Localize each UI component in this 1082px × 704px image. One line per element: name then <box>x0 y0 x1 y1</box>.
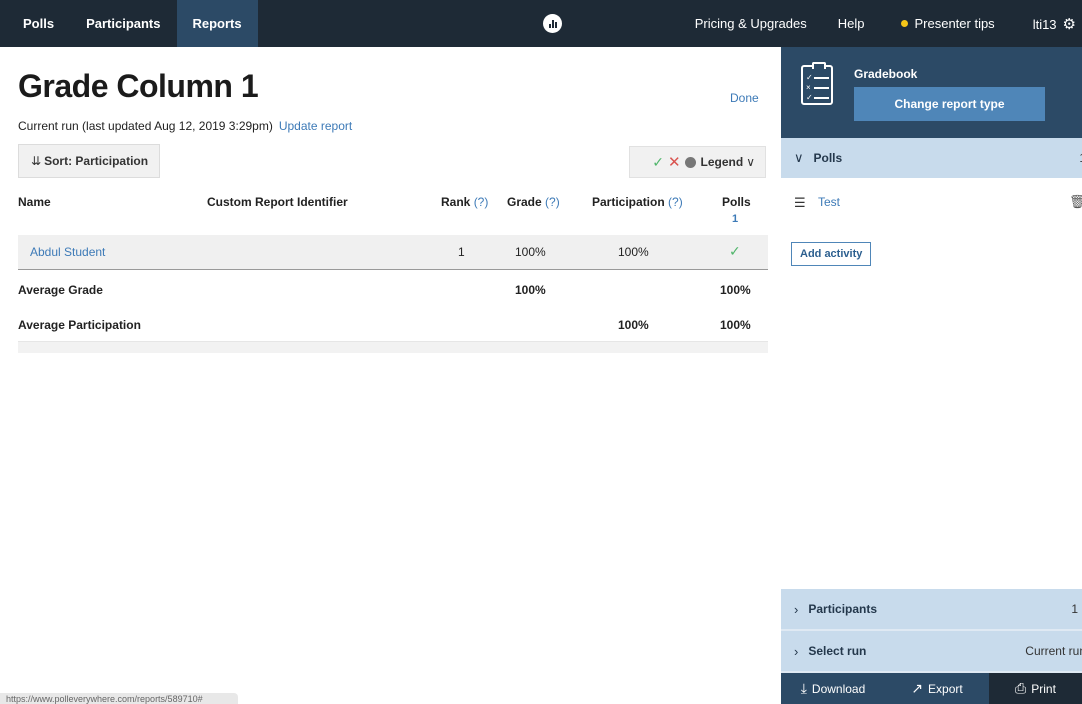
table-scrollbar[interactable] <box>18 341 768 353</box>
add-activity-button[interactable]: Add activity <box>791 242 872 266</box>
legend-button[interactable]: ✓ ✕ Legend ∨ <box>629 146 766 178</box>
nav-tabs: Polls Participants Reports <box>0 0 258 47</box>
col-header-rank-label: Rank <box>441 195 471 209</box>
panel-title: Gradebook <box>854 67 918 81</box>
poll-everywhere-logo-icon[interactable] <box>543 14 562 33</box>
trash-icon[interactable]: 🗑 <box>1069 194 1082 210</box>
run-text: Current run (last updated Aug 12, 2019 3… <box>18 119 273 133</box>
col-header-name[interactable]: Name <box>18 195 51 209</box>
chevron-right-icon: › <box>794 643 799 659</box>
col-header-participation[interactable]: Participation (?) <box>592 195 683 209</box>
export-label: Export <box>928 681 963 696</box>
rank-help-link[interactable]: (?) <box>474 195 489 209</box>
download-icon: ⤓ <box>800 680 807 696</box>
rank-cell: 1 <box>458 245 465 259</box>
tab-participants[interactable]: Participants <box>70 0 176 47</box>
participation-help-link[interactable]: (?) <box>668 195 683 209</box>
select-run-toggle[interactable]: › Select run Current run <box>781 631 1082 671</box>
select-run-value: Current run <box>1025 644 1082 658</box>
printer-icon: ⎙ <box>1015 680 1027 696</box>
download-label: Download <box>811 681 866 696</box>
presenter-tips-label: Presenter tips <box>914 16 995 31</box>
avg-grade-label: Average Grade <box>18 283 103 297</box>
dot-icon <box>684 156 696 168</box>
download-button[interactable]: ⤓ Download <box>781 673 885 704</box>
done-link[interactable]: Done <box>730 91 759 105</box>
participants-section-toggle[interactable]: › Participants 1 <box>781 589 1082 629</box>
sort-button[interactable]: ⇊ Sort: Participation <box>18 144 160 178</box>
activity-name-link[interactable]: Test <box>818 195 840 209</box>
pricing-link[interactable]: Pricing & Upgrades <box>695 16 807 31</box>
col-header-grade-label: Grade <box>507 195 542 209</box>
student-name-link[interactable]: Abdul Student <box>30 245 105 259</box>
participation-cell: 100% <box>618 245 649 259</box>
export-button[interactable]: ↗ Export <box>885 673 989 704</box>
sort-icon: ⇊ <box>31 154 42 168</box>
select-run-label: Select run <box>808 644 867 658</box>
col-header-rank[interactable]: Rank (?) <box>441 195 488 209</box>
gradebook-panel: ✓ × ✓ Gradebook Change report type ∨ Pol… <box>781 47 1082 704</box>
tips-dot-icon <box>901 20 909 27</box>
col-header-grade[interactable]: Grade (?) <box>507 195 560 209</box>
activity-list-area: Add activity <box>781 228 1082 589</box>
polls-count[interactable]: 1 <box>732 213 738 225</box>
panel-header: ✓ × ✓ Gradebook Change report type <box>781 47 1082 138</box>
tab-reports[interactable]: Reports <box>176 0 258 47</box>
change-report-type-button[interactable]: Change report type <box>854 87 1045 121</box>
avg-participation-label: Average Participation <box>18 318 141 332</box>
legend-label: Legend <box>700 155 744 169</box>
gear-icon: ⚙ <box>1062 15 1076 33</box>
grade-help-link[interactable]: (?) <box>545 195 560 209</box>
cross-icon: ✕ <box>667 154 681 171</box>
top-nav: Polls Participants Reports Pricing & Upg… <box>0 0 1082 47</box>
list-icon: ☰ <box>794 195 806 210</box>
polls-section-toggle[interactable]: ∨ Polls 1 <box>781 138 1082 178</box>
participants-section-label: Participants <box>808 602 878 616</box>
presenter-tips-link[interactable]: Presenter tips <box>901 16 995 31</box>
col-header-custom-id[interactable]: Custom Report Identifier <box>207 195 348 209</box>
avg-participation-polls: 100% <box>720 318 751 332</box>
table-row: Abdul Student 1 100% 100% ✓ <box>18 235 768 270</box>
polls-section-label: Polls <box>813 151 843 165</box>
chevron-down-icon: ∨ <box>746 155 755 169</box>
export-icon: ↗ <box>911 680 924 696</box>
username: lti13 <box>1032 16 1057 32</box>
participants-section-count: 1 <box>1071 602 1078 616</box>
check-icon: ✓ <box>652 153 664 170</box>
nav-right: Pricing & Upgrades Help Presenter tips l… <box>695 0 1082 47</box>
col-header-participation-label: Participation <box>592 195 665 209</box>
help-link[interactable]: Help <box>838 16 865 31</box>
activity-item: ☰ Test 🗑 <box>781 178 1082 228</box>
col-header-polls[interactable]: Polls <box>722 195 751 209</box>
page-title: Grade Column 1 <box>18 68 259 104</box>
panel-footer: ⤓ Download ↗ Export ⎙ Print <box>781 673 1082 704</box>
chevron-down-icon: ∨ <box>794 150 804 165</box>
print-label: Print <box>1031 681 1056 696</box>
user-menu[interactable]: lti13 ⚙ <box>1033 15 1076 33</box>
avg-grade-value: 100% <box>515 283 546 297</box>
tab-polls[interactable]: Polls <box>0 0 70 47</box>
gradebook-icon: ✓ × ✓ <box>801 62 833 105</box>
poll-response-check-icon: ✓ <box>729 243 741 259</box>
sort-label: Sort: Participation <box>44 154 149 168</box>
avg-grade-polls: 100% <box>720 283 751 297</box>
status-url: https://www.polleverywhere.com/reports/5… <box>0 693 238 704</box>
grade-cell: 100% <box>515 245 546 259</box>
chevron-right-icon: › <box>794 601 799 617</box>
update-report-link[interactable]: Update report <box>279 119 352 133</box>
print-button[interactable]: ⎙ Print <box>989 673 1082 704</box>
run-info: Current run (last updated Aug 12, 2019 3… <box>18 119 352 133</box>
avg-participation-value: 100% <box>618 318 649 332</box>
